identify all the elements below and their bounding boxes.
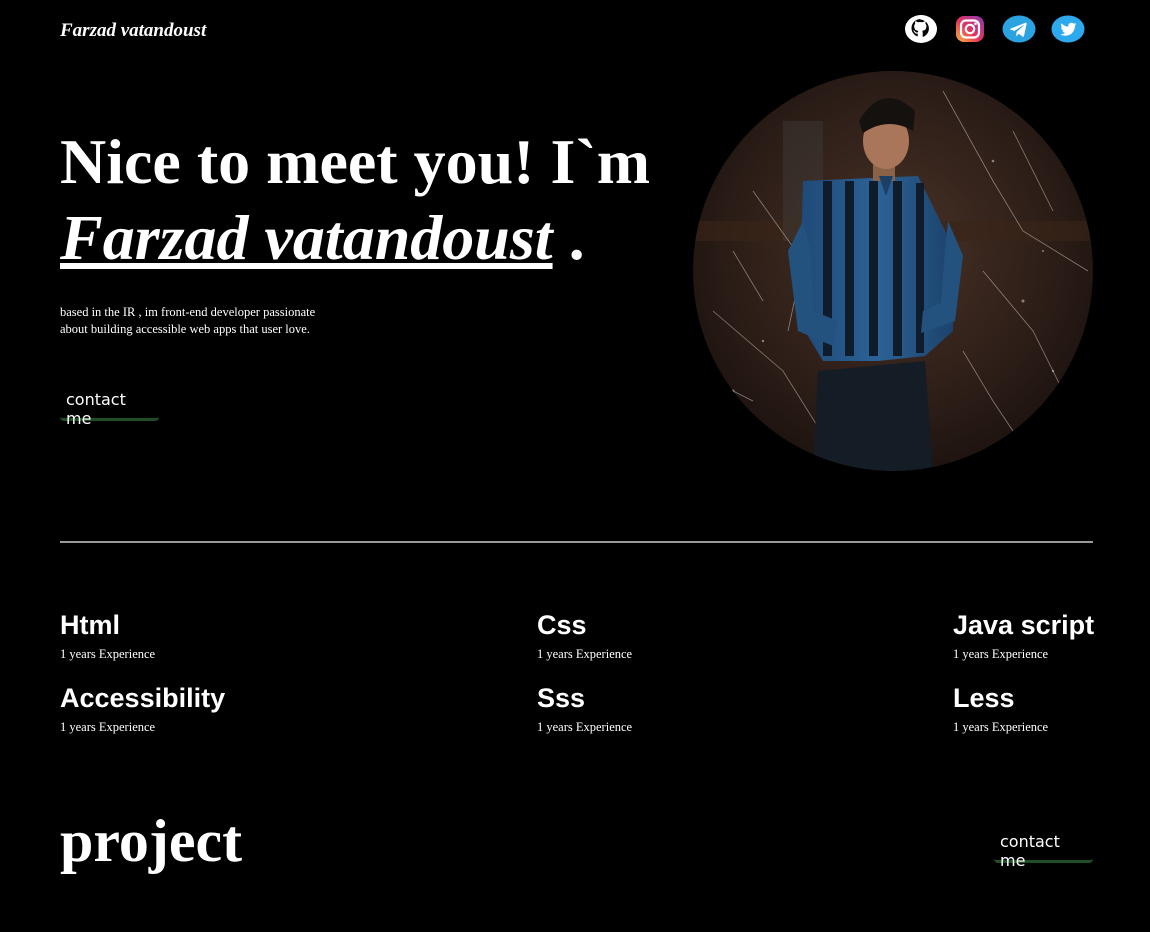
twitter-icon: [1051, 15, 1085, 43]
skill-item: Less 1 years Experience: [953, 683, 1048, 735]
skill-name: Sss: [537, 683, 586, 713]
skill-item: Html 1 years Experience: [60, 610, 155, 662]
telegram-icon: [1002, 15, 1036, 43]
github-link[interactable]: [904, 14, 938, 44]
hero-title: Nice to meet you! I`m Farzad vatandoust …: [60, 124, 720, 276]
profile-photo-image: [693, 71, 1093, 471]
profile-photo: [693, 71, 1093, 471]
skill-experience: 1 years Experience: [60, 720, 156, 734]
skill-experience: 1 years Experience: [953, 647, 1049, 661]
github-icon: [905, 15, 937, 43]
skill-item: Java script 1 years Experience: [953, 610, 1094, 662]
skill-name: Java script: [953, 610, 1095, 640]
instagram-icon: [956, 16, 984, 42]
hero-name: Farzad vatandoust: [60, 202, 553, 273]
twitter-link[interactable]: [1051, 14, 1085, 44]
telegram-link[interactable]: [1002, 14, 1036, 44]
contact-me-button-footer[interactable]: contact me: [994, 832, 1093, 870]
skill-item: Accessibility 1 years Experience: [60, 683, 225, 735]
skill-item: Css 1 years Experience: [537, 610, 632, 662]
skill-name: Accessibility: [60, 683, 226, 713]
skill-experience: 1 years Experience: [60, 647, 156, 661]
hero-greeting: Nice to meet you! I`m: [60, 126, 650, 197]
skill-item: Sss 1 years Experience: [537, 683, 632, 735]
projects-heading: project: [60, 808, 243, 874]
skill-name: Html: [60, 610, 120, 640]
skill-experience: 1 years Experience: [537, 647, 633, 661]
portfolio-page: Farzad vatandoust Nice to meet you! I`m …: [0, 0, 1150, 932]
instagram-link[interactable]: [953, 14, 987, 44]
hero-tagline: based in the IR , im front-end developer…: [60, 305, 316, 336]
section-divider: [60, 541, 1093, 543]
hero-title-period: .: [552, 202, 585, 273]
skill-experience: 1 years Experience: [953, 720, 1049, 734]
site-brand[interactable]: Farzad vatandoust: [60, 20, 206, 42]
skill-experience: 1 years Experience: [537, 720, 633, 734]
contact-me-button[interactable]: contact me: [60, 390, 159, 428]
social-links: [904, 14, 1100, 44]
skill-name: Css: [537, 610, 587, 640]
skill-name: Less: [953, 683, 1015, 713]
